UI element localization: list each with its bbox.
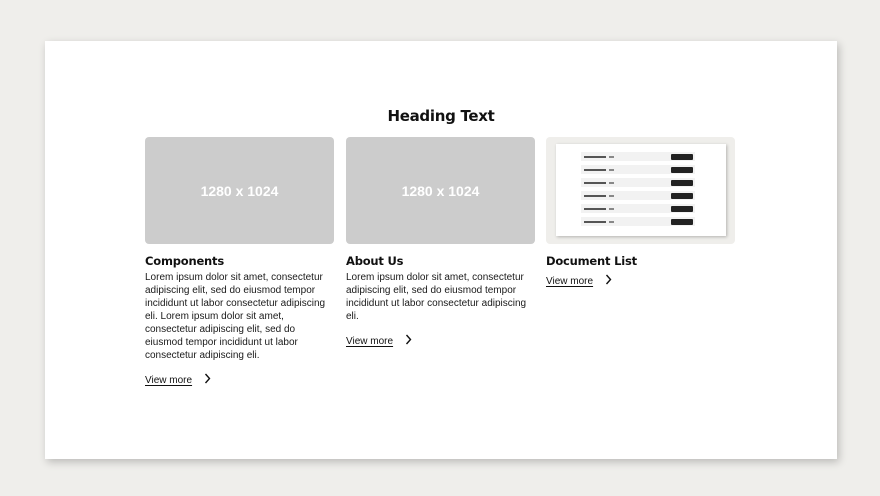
view-more-label: View more: [346, 335, 394, 347]
preview-row: [581, 152, 695, 161]
card-about-us: 1280 x 1024 About Us Lorem ipsum dolor s…: [346, 137, 535, 348]
card-document-list: Document List View more: [546, 137, 735, 288]
image-placeholder: 1280 x 1024: [145, 137, 334, 244]
image-placeholder-label: 1280 x 1024: [401, 182, 480, 199]
view-more-link[interactable]: View more: [346, 334, 412, 348]
image-placeholder-label: 1280 x 1024: [200, 182, 279, 199]
preview-row: [581, 204, 695, 213]
view-more-label: View more: [145, 374, 193, 386]
chevron-right-icon: [204, 373, 211, 387]
view-more-link[interactable]: View more: [546, 274, 612, 288]
chevron-right-icon: [405, 334, 412, 348]
preview-row: [581, 217, 695, 226]
view-more-link[interactable]: View more: [145, 373, 211, 387]
card-title: Document List: [546, 254, 637, 268]
preview-row: [581, 165, 695, 174]
view-more-label: View more: [546, 275, 594, 287]
card-description: Lorem ipsum dolor sit amet, consectetur …: [145, 272, 326, 361]
card-title: About Us: [346, 254, 404, 268]
preview-row: [581, 178, 695, 187]
document-list-preview-image: [546, 137, 735, 244]
card-components: 1280 x 1024 Components Lorem ipsum dolor…: [145, 137, 334, 387]
section-heading: Heading Text: [387, 107, 495, 125]
preview-row: [581, 191, 695, 200]
image-placeholder: 1280 x 1024: [346, 137, 535, 244]
chevron-right-icon: [605, 274, 612, 288]
card-title: Components: [145, 254, 224, 268]
document-list-preview-sheet: [556, 144, 726, 236]
card-description: Lorem ipsum dolor sit amet, consectetur …: [346, 272, 527, 322]
content-panel: Heading Text 1280 x 1024 Components Lore…: [45, 41, 837, 459]
